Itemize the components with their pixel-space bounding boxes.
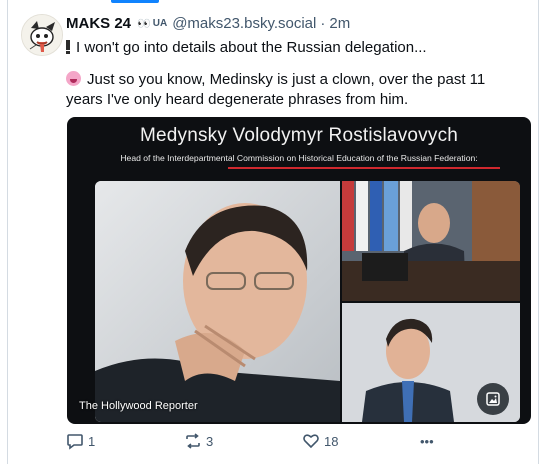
- more-options-button[interactable]: •••: [420, 430, 434, 452]
- author-display-name[interactable]: MAKS 24: [66, 15, 131, 32]
- country-tag: UA: [152, 17, 168, 29]
- header-separator: ·: [320, 14, 326, 32]
- post-image[interactable]: Medynsky Volodymyr Rostislavovych Head o…: [67, 117, 531, 424]
- like-count: 18: [324, 433, 339, 449]
- portrait-photo-office: [342, 181, 520, 301]
- reply-count: 1: [88, 433, 96, 449]
- post-timestamp[interactable]: 2m: [329, 15, 350, 32]
- post-text-line-2: Just so you know, Medinsky is just a clo…: [66, 71, 486, 108]
- repost-button[interactable]: 3: [184, 430, 213, 452]
- ellipsis-icon: •••: [420, 433, 434, 449]
- like-button[interactable]: 18: [302, 430, 338, 452]
- repost-count: 3: [206, 433, 214, 449]
- exclamation-emoji-icon: [66, 40, 70, 54]
- post-text: I won't go into details about the Russia…: [66, 38, 526, 110]
- image-credit-caption: The Hollywood Reporter: [79, 400, 198, 412]
- portrait-photo-main: [95, 181, 340, 422]
- avatar[interactable]: [21, 14, 63, 56]
- reply-bubble-icon: [67, 434, 83, 450]
- repost-arrows-icon: [186, 433, 200, 449]
- image-alt-icon: [486, 392, 500, 406]
- post-header: MAKS 24 👀 UA @maks23.bsky.social · 2m: [66, 13, 350, 33]
- post-actions: 1 3 18 •••: [66, 430, 536, 452]
- image-subtitle-text: Head of the Interdepartmental Commission…: [120, 153, 478, 163]
- heart-icon: [303, 434, 319, 449]
- image-title-text: Medynsky Volodymyr Rostislavovych: [139, 125, 459, 146]
- reply-button[interactable]: 1: [66, 430, 95, 452]
- author-handle[interactable]: @maks23.bsky.social: [172, 15, 316, 32]
- feed-border-right: [538, 0, 539, 464]
- avatar-image: [22, 15, 62, 55]
- post-text-line-1: I won't go into details about the Russia…: [66, 38, 526, 58]
- clown-face-emoji-icon: [66, 71, 81, 86]
- post-card[interactable]: MAKS 24 👀 UA @maks23.bsky.social · 2m I …: [8, 0, 538, 464]
- eyes-emoji: 👀: [137, 17, 151, 30]
- image-red-underline: [228, 167, 500, 169]
- image-alt-button[interactable]: [477, 383, 509, 415]
